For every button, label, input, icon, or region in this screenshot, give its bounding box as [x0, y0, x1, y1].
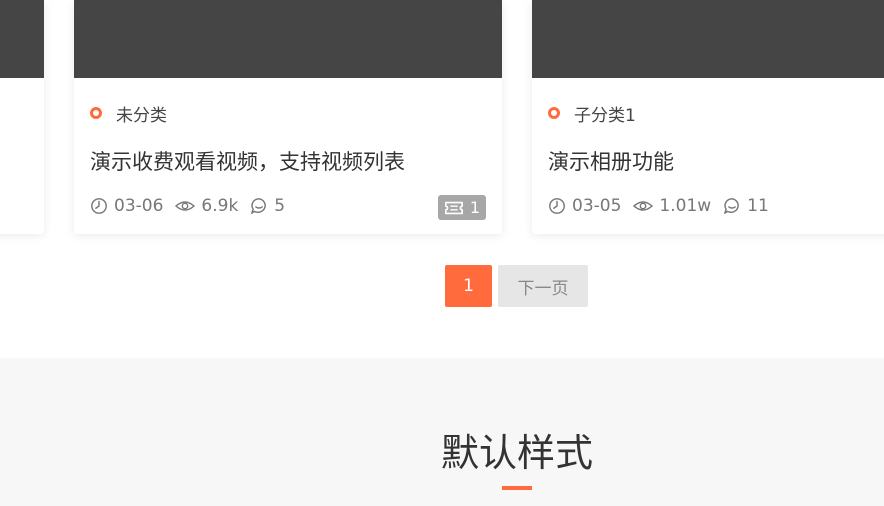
eye-icon	[175, 201, 196, 211]
eye-icon	[633, 201, 654, 211]
post-thumbnail[interactable]	[74, 0, 502, 78]
post-date-value: 03-05	[572, 196, 622, 216]
category-dot-icon	[548, 107, 560, 119]
clock-icon	[91, 198, 107, 214]
page-1-button[interactable]: 1	[445, 265, 492, 307]
comment-icon	[251, 198, 267, 214]
section-title-underline	[502, 486, 532, 490]
post-category[interactable]: 未分类	[90, 101, 167, 126]
post-title[interactable]: 演示相册功能	[548, 146, 674, 176]
post-date: 03-06	[90, 196, 163, 216]
post-comments[interactable]: 5	[250, 196, 285, 216]
ticket-count: 1	[469, 198, 480, 217]
post-views-value: 1.01w	[659, 196, 712, 216]
post-meta: 03-06 6.9k 5	[90, 196, 297, 216]
post-comments-value[interactable]: 11	[747, 196, 769, 216]
post-date-value: 03-06	[114, 196, 164, 216]
ticket-icon	[444, 201, 463, 214]
post-card[interactable]: 未分类 演示收费观看视频，支持视频列表 03-06 6.9k 5 1	[74, 0, 502, 234]
ticket-badge: 1	[437, 195, 486, 220]
section-title: 默认样式	[440, 431, 593, 475]
pagination: 1 下一页	[445, 265, 588, 307]
post-title[interactable]: 演示收费观看视频，支持视频列表	[90, 146, 405, 176]
clock-icon	[549, 198, 565, 214]
post-thumbnail[interactable]	[0, 0, 44, 78]
post-views-value: 6.9k	[201, 196, 239, 216]
post-card-partial-left[interactable]	[0, 0, 44, 234]
comment-icon	[724, 198, 740, 214]
post-thumbnail[interactable]	[532, 0, 884, 78]
post-views: 6.9k	[175, 196, 238, 216]
post-comments[interactable]: 11	[723, 196, 769, 216]
post-category[interactable]: 子分类1	[548, 101, 636, 126]
post-meta: 03-05 1.01w 11	[548, 196, 781, 216]
category-label[interactable]: 子分类1	[574, 101, 636, 126]
category-dot-icon	[90, 107, 102, 119]
post-date: 03-05	[548, 196, 621, 216]
post-comments-value[interactable]: 5	[274, 196, 285, 216]
category-label[interactable]: 未分类	[116, 101, 167, 126]
post-card[interactable]: 子分类1 演示相册功能 03-05 1.01w 11	[532, 0, 884, 234]
post-views: 1.01w	[633, 196, 711, 216]
next-page-button[interactable]: 下一页	[498, 265, 588, 307]
